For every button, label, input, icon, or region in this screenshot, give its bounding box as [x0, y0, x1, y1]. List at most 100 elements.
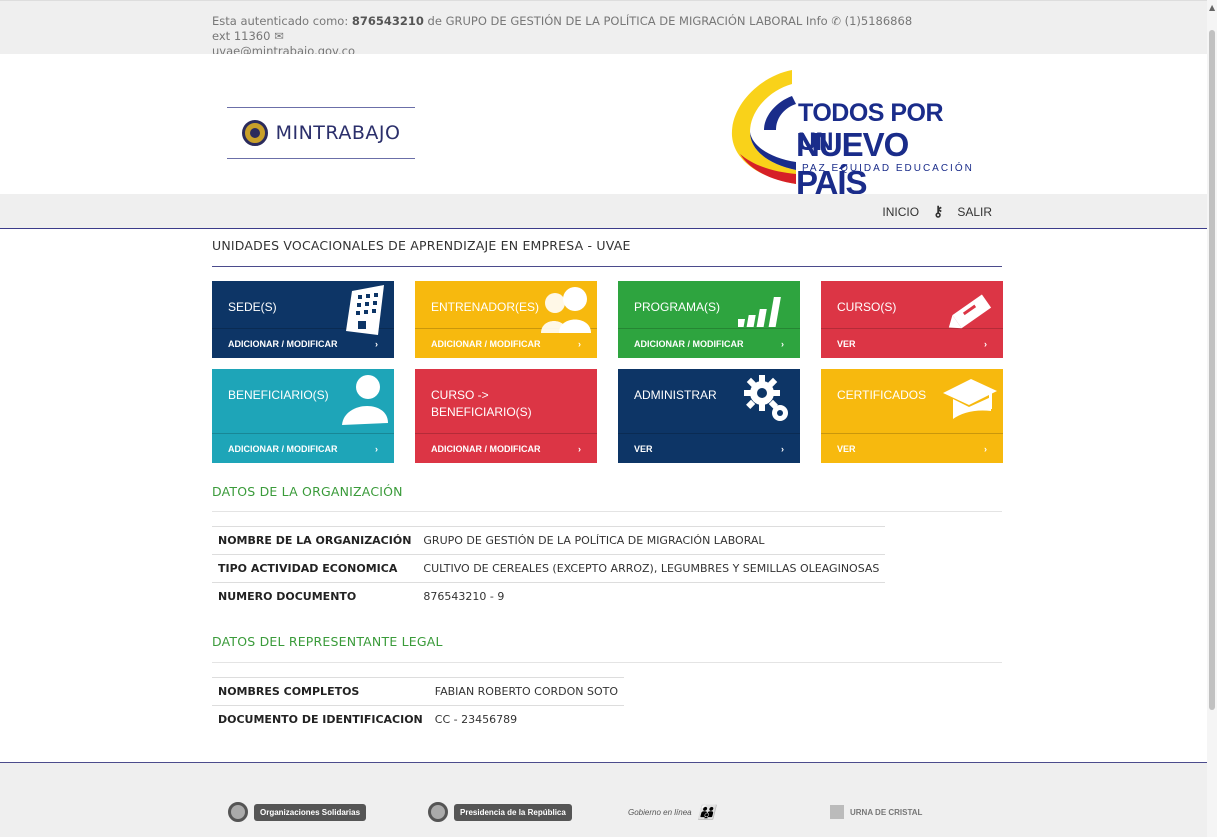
- table-row: NOMBRE DE LA ORGANIZACIÓN GRUPO DE GESTIÓ…: [212, 526, 886, 555]
- user-icon: [342, 375, 388, 425]
- tile-sedes-action-label: ADICIONAR / MODIFICAR: [228, 338, 338, 349]
- table-row: NUMERO DOCUMENTO 876543210 - 9: [212, 582, 886, 611]
- org-divider: [212, 511, 1002, 512]
- mail-icon: ✉: [274, 29, 284, 43]
- pencil-icon: [948, 294, 992, 329]
- tile-beneficiarios-action[interactable]: ADICIONAR / MODIFICAR ›: [212, 433, 394, 463]
- tile-curso-beneficiarios-action-label: ADICIONAR / MODIFICAR: [431, 443, 541, 454]
- footer-logo-urna-text: URNA DE CRISTAL: [850, 807, 923, 817]
- navbar: INICIO ⚷ SALIR: [0, 194, 1207, 229]
- mintrabajo-logo[interactable]: MINTRABAJO: [227, 107, 415, 159]
- table-row: DOCUMENTO DE IDENTIFICACION CC - 23456789: [212, 705, 625, 734]
- row-value: CC - 23456789: [428, 705, 625, 734]
- footer-logo-urna[interactable]: URNA DE CRISTAL: [830, 798, 922, 826]
- tile-curso-beneficiarios-action[interactable]: ADICIONAR / MODIFICAR ›: [415, 433, 597, 463]
- nav-inicio-link[interactable]: INICIO: [882, 205, 919, 219]
- page-title: UNIDADES VOCACIONALES DE APRENDIZAJE EN …: [212, 238, 631, 253]
- tile-sedes-title: SEDE(S): [228, 300, 277, 314]
- tile-entrenadores-title: ENTRENADOR(ES): [431, 300, 540, 314]
- graduation-cap-icon: [943, 379, 997, 419]
- chevron-right-icon: ›: [375, 338, 378, 349]
- footer-logo-gobierno-text: Gobierno en línea: [628, 807, 692, 817]
- auth-org: de GRUPO DE GESTIÓN DE LA POLÍTICA DE MI…: [423, 14, 832, 28]
- colombia-seal-icon: [241, 120, 268, 146]
- tile-programas[interactable]: PROGRAMA(S) ADICIONAR / MODIFICAR ›: [618, 281, 800, 358]
- tile-administrar-action[interactable]: VER ›: [618, 433, 800, 463]
- tile-beneficiarios[interactable]: BENEFICIARIO(S) ADICIONAR / MODIFICAR ›: [212, 369, 394, 463]
- tile-beneficiarios-title: BENEFICIARIO(S): [228, 388, 329, 402]
- rep-divider: [212, 662, 1002, 663]
- tile-cursos-title: CURSO(S): [837, 300, 897, 314]
- footer-logo-organizaciones[interactable]: Organizaciones Solidarias: [228, 798, 367, 826]
- row-value: GRUPO DE GESTIÓN DE LA POLÍTICA DE MIGRA…: [417, 526, 886, 555]
- chevron-right-icon: ›: [578, 443, 581, 454]
- signal-bars-icon: [738, 297, 781, 327]
- tile-certificados[interactable]: CERTIFICADOS VER ›: [821, 369, 1003, 463]
- row-label: TIPO ACTIVIDAD ECONOMICA: [212, 554, 418, 583]
- footer-logo-presidencia-text: Presidencia de la República: [454, 803, 572, 821]
- tile-administrar-action-label: VER: [634, 443, 653, 454]
- rep-table: NOMBRES COMPLETOS FABIAN ROBERTO CORDON S…: [212, 677, 625, 734]
- tile-cursos-action-label: VER: [837, 338, 856, 349]
- table-row: NOMBRES COMPLETOS FABIAN ROBERTO CORDON S…: [212, 677, 625, 706]
- row-value: 876543210 - 9: [417, 582, 886, 611]
- chevron-right-icon: ›: [984, 443, 987, 454]
- todos-line3: PAZ EQUIDAD EDUCACIÓN: [802, 163, 974, 174]
- tile-certificados-action-label: VER: [837, 443, 856, 454]
- tile-curso-beneficiarios-title: CURSO -> BENEFICIARIO(S): [431, 388, 532, 419]
- rep-section-title: DATOS DEL REPRESENTANTE LEGAL: [212, 634, 443, 649]
- table-row: TIPO ACTIVIDAD ECONOMICA CULTIVO DE CEREA…: [212, 554, 886, 583]
- tile-beneficiarios-action-label: ADICIONAR / MODIFICAR: [228, 443, 338, 454]
- tile-sedes[interactable]: SEDE(S) ADICIONAR / MODIFICAR ›: [212, 281, 394, 358]
- users-icon: [541, 287, 591, 333]
- flag-swoosh-icon: [731, 70, 796, 184]
- row-value: FABIAN ROBERTO CORDON SOTO: [428, 677, 625, 706]
- key-icon: ⚷: [933, 203, 944, 219]
- tile-entrenadores[interactable]: ENTRENADOR(ES) ADICIONAR / MODIFICAR ›: [415, 281, 597, 358]
- footer-logo-gobierno[interactable]: Gobierno en línea 👪: [628, 798, 715, 826]
- scrollbar-thumb[interactable]: [1209, 30, 1215, 710]
- row-label: DOCUMENTO DE IDENTIFICACION: [212, 705, 429, 734]
- tile-administrar-title: ADMINISTRAR: [634, 388, 717, 402]
- chevron-right-icon: ›: [578, 338, 581, 349]
- building-icon: [346, 285, 384, 335]
- org-table: NOMBRE DE LA ORGANIZACIÓN GRUPO DE GESTIÓ…: [212, 526, 886, 611]
- footer: Organizaciones Solidarias Presidencia de…: [0, 763, 1207, 837]
- auth-info: Esta autenticado como: 876543210 de GRUP…: [212, 14, 932, 59]
- chevron-right-icon: ›: [781, 443, 784, 454]
- nav-salir-link[interactable]: SALIR: [957, 205, 992, 219]
- chevron-right-icon: ›: [984, 338, 987, 349]
- row-value: CULTIVO DE CEREALES (EXCEPTO ARROZ), LEG…: [417, 554, 886, 583]
- phone-icon: ✆: [831, 14, 845, 28]
- title-divider: [212, 266, 1002, 267]
- tile-administrar[interactable]: ADMINISTRAR VER ›: [618, 369, 800, 463]
- tile-cursos[interactable]: CURSO(S) VER ›: [821, 281, 1003, 358]
- tile-programas-title: PROGRAMA(S): [634, 300, 721, 314]
- tile-certificados-action[interactable]: VER ›: [821, 433, 1003, 463]
- chevron-right-icon: ›: [781, 338, 784, 349]
- footer-logo-organizaciones-text: Organizaciones Solidarias: [254, 803, 367, 821]
- top-auth-strip: Esta autenticado como: 876543210 de GRUP…: [0, 0, 1207, 58]
- row-label: NOMBRES COMPLETOS: [212, 677, 429, 706]
- chevron-right-icon: ›: [375, 443, 378, 454]
- row-label: NUMERO DOCUMENTO: [212, 582, 418, 611]
- people-icon: 👪: [697, 803, 716, 820]
- auth-prefix: Esta autenticado como:: [212, 14, 352, 28]
- scroll-up-icon[interactable]: ▲: [1209, 3, 1215, 12]
- tile-certificados-title: CERTIFICADOS: [837, 388, 927, 402]
- seal-icon: [428, 802, 448, 822]
- mintrabajo-logo-text: MINTRABAJO: [275, 122, 401, 144]
- footer-logo-presidencia[interactable]: Presidencia de la República: [428, 798, 572, 826]
- vertical-scrollbar[interactable]: ▲: [1207, 0, 1217, 837]
- row-label: NOMBRE DE LA ORGANIZACIÓN: [212, 526, 418, 555]
- seal-icon: [228, 802, 248, 822]
- todos-por-un-nuevo-pais-logo: TODOS POR UN NUEVO PAÍS PAZ EQUIDAD EDUC…: [720, 66, 980, 201]
- tile-entrenadores-action-label: ADICIONAR / MODIFICAR: [431, 338, 541, 349]
- tile-programas-action-label: ADICIONAR / MODIFICAR: [634, 338, 744, 349]
- org-section-title: DATOS DE LA ORGANIZACIÓN: [212, 484, 403, 499]
- auth-user-id: 876543210: [351, 14, 424, 28]
- header: [0, 54, 1207, 194]
- gears-icon: [744, 375, 788, 421]
- urna-icon: [830, 805, 844, 819]
- tile-curso-beneficiarios[interactable]: CURSO -> BENEFICIARIO(S) ADICIONAR / MOD…: [415, 369, 597, 463]
